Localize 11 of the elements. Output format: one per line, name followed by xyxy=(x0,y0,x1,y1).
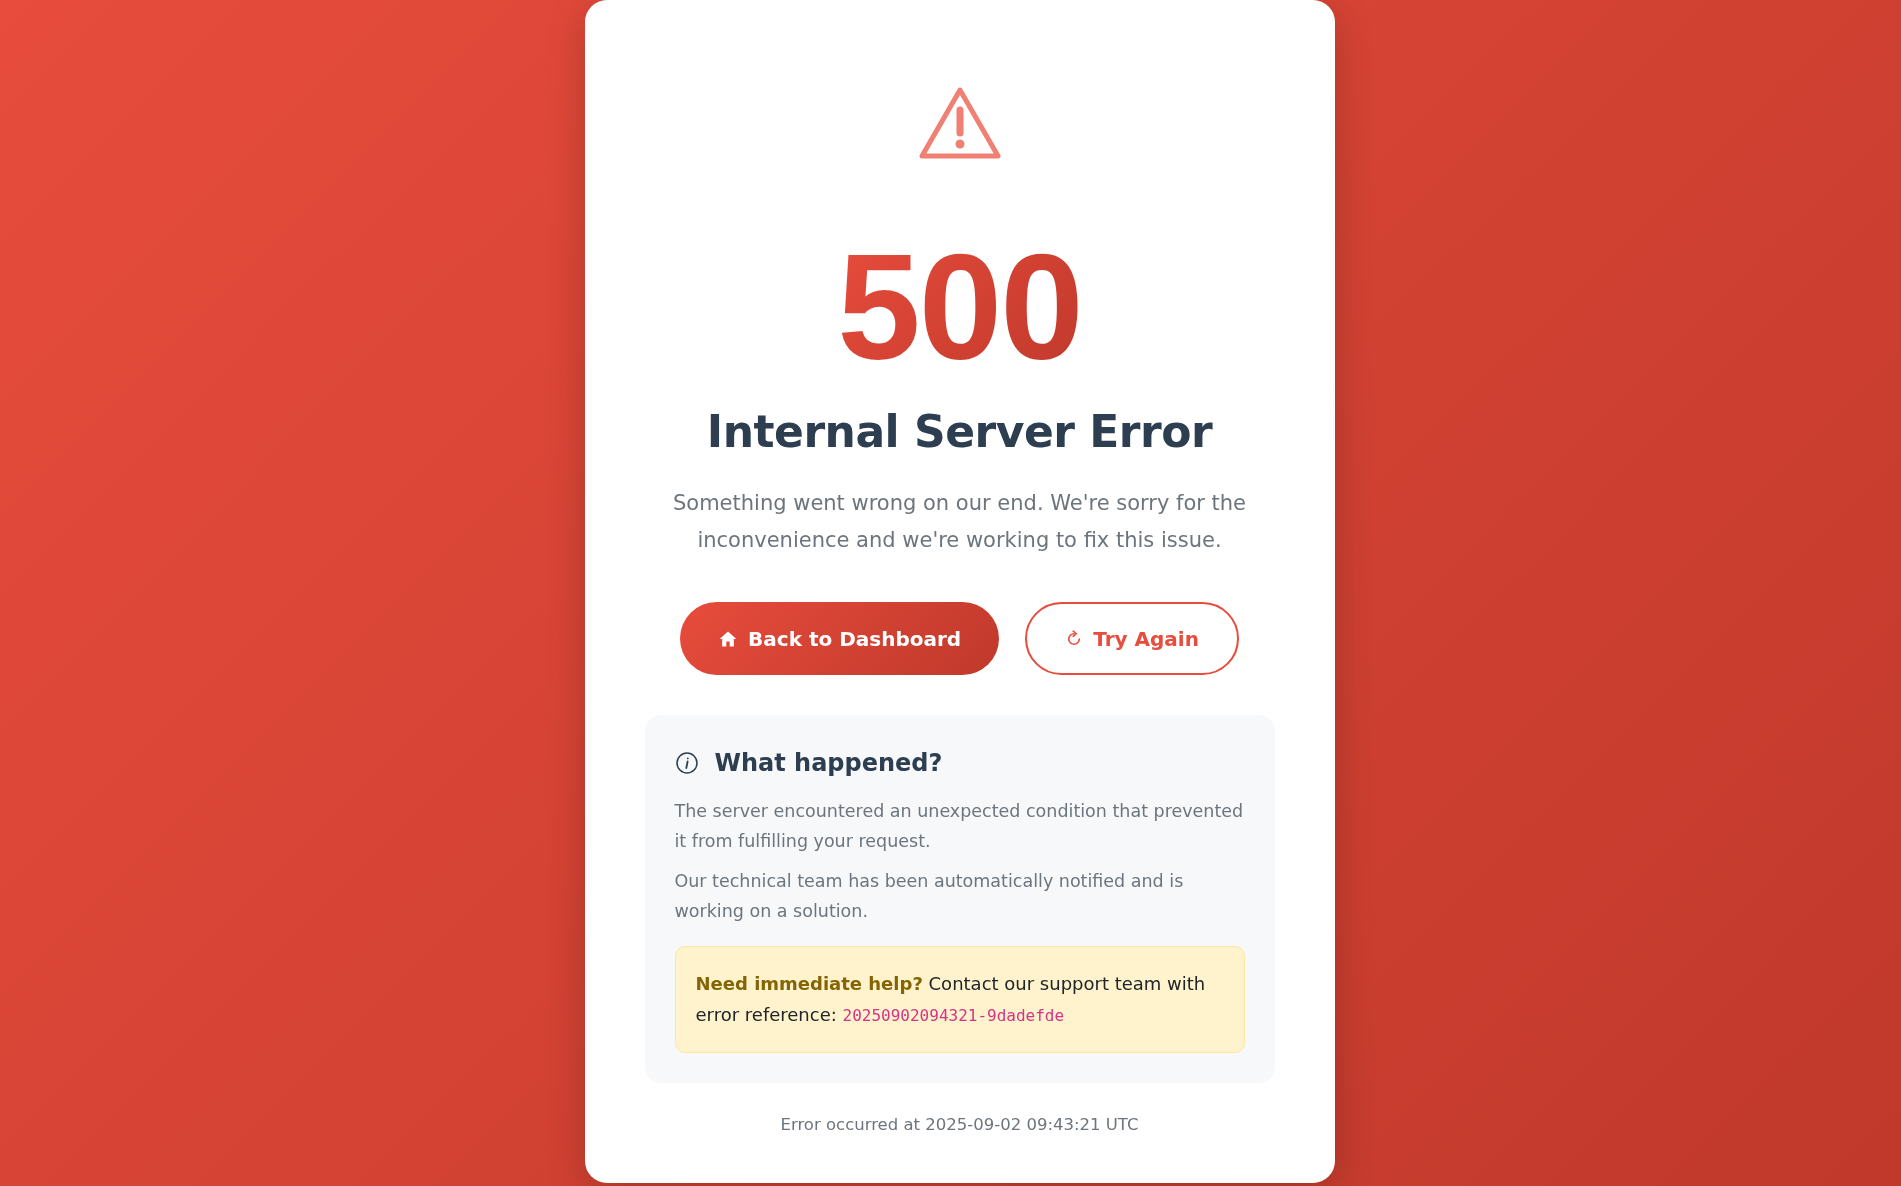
error-description: Something went wrong on our end. We're sorry for the inconvenience and we're working to fix this issue. xyxy=(671,489,1248,554)
dashboard-button[interactable]: Back to Dashboard xyxy=(680,602,1000,676)
info-text: Our technical team has been automatically notified and is working on a solution. xyxy=(674,869,1185,923)
info-icon xyxy=(674,751,699,776)
help-message: Need immediate help? Contact our support team with error reference: 20250902094321-9dadefde xyxy=(674,946,1245,1054)
info-heading: What happened? xyxy=(714,748,943,780)
error-title: Internal Server Error xyxy=(706,406,1213,459)
warning-icon xyxy=(917,86,1002,160)
retry-button[interactable]: Try Again xyxy=(1025,602,1239,676)
error-timestamp: Error occurred at 2025-09-02 09:43:21 UTC xyxy=(780,1114,1139,1137)
info-text: The server encountered an unexpected condition that prevented it from fulfilling your request. xyxy=(674,800,1245,854)
